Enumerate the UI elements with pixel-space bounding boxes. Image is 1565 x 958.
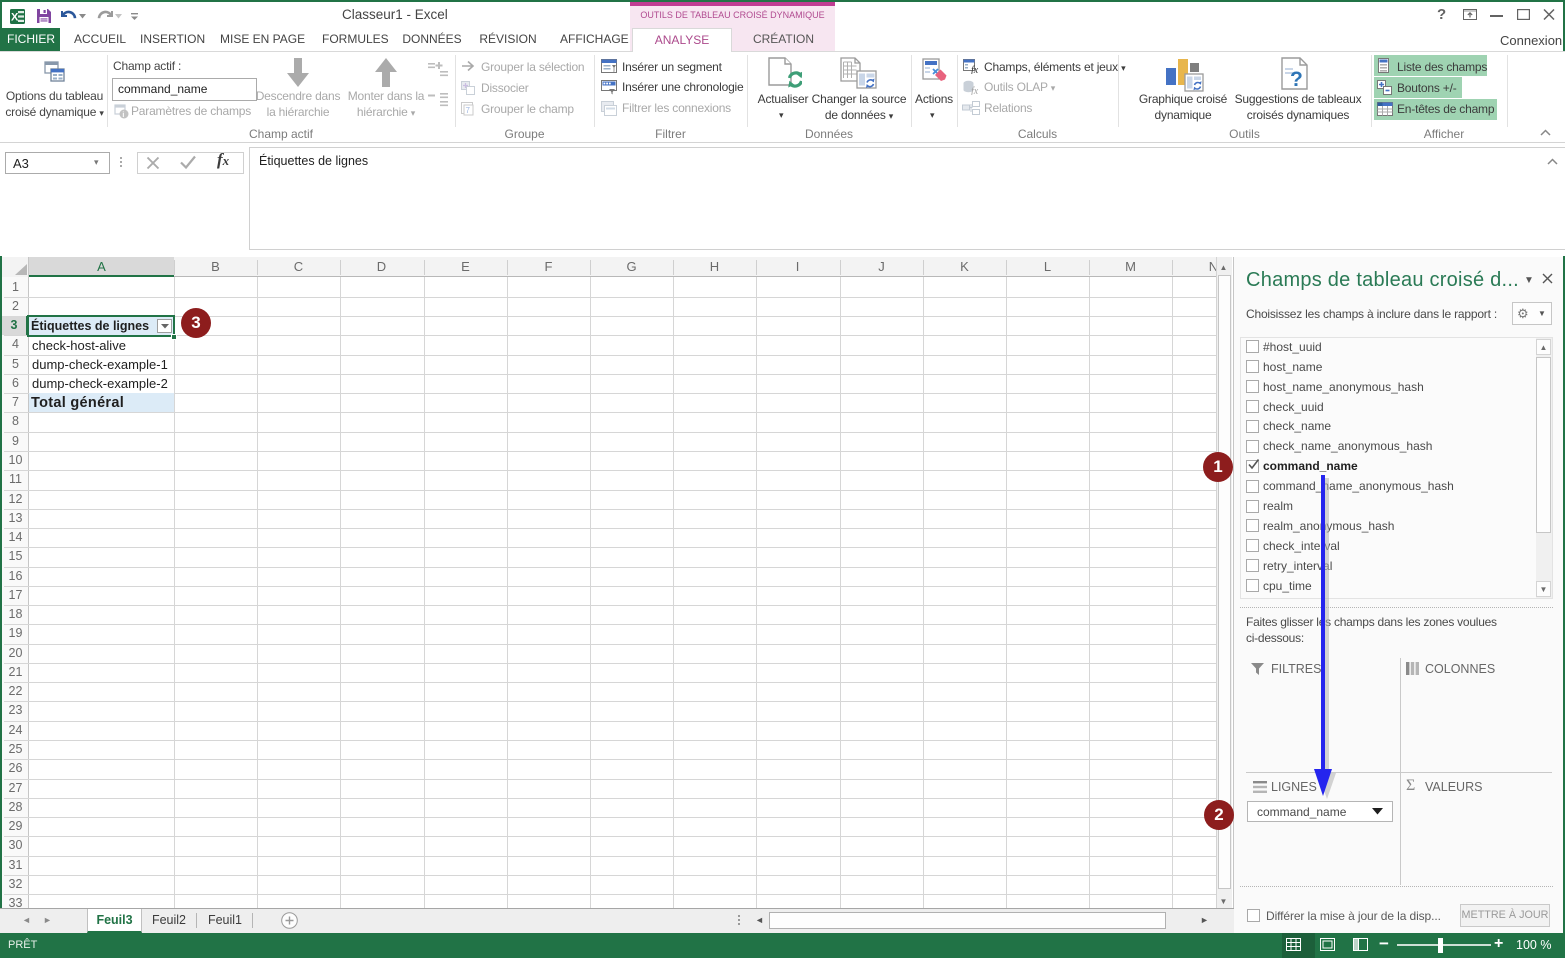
svg-text:fx: fx (971, 86, 979, 95)
svg-text:fx: fx (971, 65, 979, 74)
svg-text:i: i (122, 112, 124, 119)
svg-text:?: ? (1290, 68, 1303, 91)
svg-text:X: X (11, 12, 19, 24)
svg-text:7: 7 (466, 106, 471, 115)
